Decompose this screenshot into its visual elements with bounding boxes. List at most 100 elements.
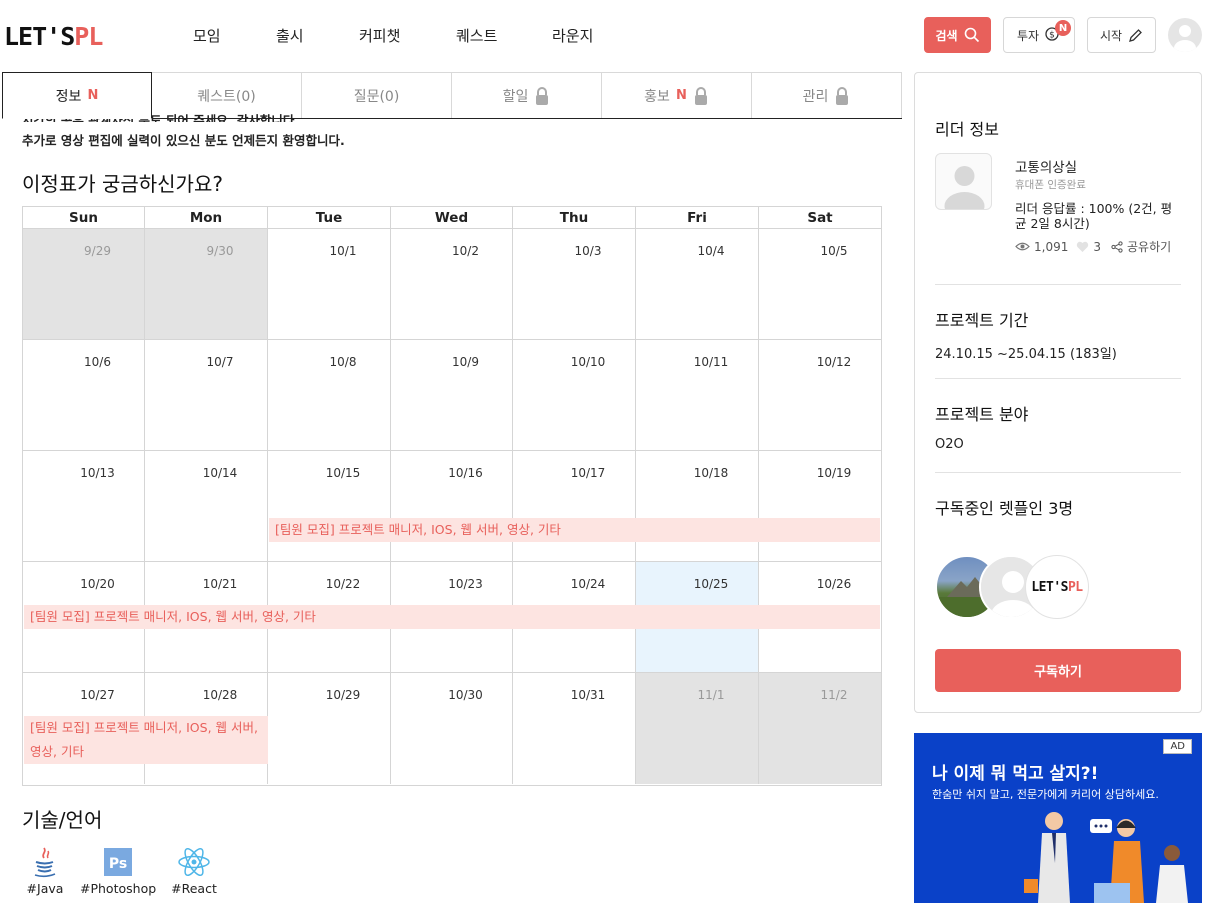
calendar-day-number: 10/27 bbox=[80, 688, 115, 702]
calendar-day-number: 10/28 bbox=[202, 688, 238, 702]
leader-response-rate-line2: 균 2일 8시간) bbox=[1015, 216, 1090, 231]
start-button[interactable]: 시작 bbox=[1087, 17, 1156, 53]
tab-todo[interactable]: 할일 bbox=[451, 72, 602, 119]
invest-button-label: 투자 bbox=[1016, 28, 1040, 43]
calendar-day-number: 10/26 bbox=[816, 577, 852, 591]
leader-name[interactable]: 고통의상실 bbox=[1015, 156, 1077, 176]
calendar-day-cell[interactable]: 10/12 bbox=[759, 340, 881, 451]
tab-questions[interactable]: 질문(0) bbox=[301, 72, 452, 119]
calendar-day-cell[interactable]: 10/29 bbox=[268, 673, 391, 784]
calendar-day-cell[interactable]: 11/2 bbox=[759, 673, 881, 784]
calendar-day-cell[interactable]: 11/1 bbox=[636, 673, 759, 784]
calendar-day-cell[interactable]: 10/17 bbox=[513, 451, 636, 562]
invest-button[interactable]: 투자 $ N bbox=[1003, 17, 1075, 53]
lock-icon bbox=[836, 86, 849, 105]
calendar-day-number: 10/14 bbox=[202, 466, 238, 480]
calendar-event[interactable]: [팀원 모집] 프로젝트 매니저, IOS, 웹 서버, 영상, 기타 bbox=[24, 605, 880, 629]
user-avatar[interactable] bbox=[1168, 18, 1202, 52]
nav-item-coffeechat[interactable]: 커피챗 bbox=[359, 25, 400, 46]
calendar-day-number: 10/18 bbox=[693, 466, 729, 480]
leader-verified: 휴대폰 인증완료 bbox=[1015, 179, 1086, 191]
calendar-day-cell[interactable]: 10/9 bbox=[391, 340, 513, 451]
ad-illustration bbox=[1024, 812, 1188, 903]
nav-item-lounge[interactable]: 라운지 bbox=[552, 25, 593, 46]
weekday-thu: Thu bbox=[513, 207, 636, 229]
calendar-day-cell[interactable]: 10/3 bbox=[513, 229, 636, 340]
weekday-fri: Fri bbox=[636, 207, 759, 229]
tab-manage[interactable]: 관리 bbox=[751, 72, 902, 119]
calendar-day-cell[interactable]: 10/6 bbox=[23, 340, 145, 451]
divider bbox=[935, 378, 1181, 379]
tech-java-label: #Java bbox=[26, 881, 64, 896]
calendar-day-number: 9/30 bbox=[206, 244, 234, 258]
calendar-day-cell[interactable]: 9/29 bbox=[23, 229, 145, 340]
period-title: 프로젝트 기간 bbox=[935, 311, 1029, 330]
share-link[interactable]: 공유하기 bbox=[1127, 238, 1171, 255]
calendar-day-number: 10/1 bbox=[329, 244, 357, 258]
calendar-day-cell[interactable]: 10/5 bbox=[759, 229, 881, 340]
tech-react-label: #React bbox=[171, 881, 217, 896]
tab-manage-label: 관리 bbox=[802, 88, 829, 105]
calendar-day-number: 10/9 bbox=[452, 355, 479, 369]
nav-item-quest[interactable]: 퀘스트 bbox=[456, 25, 497, 46]
calendar-day-cell[interactable]: 10/31 bbox=[513, 673, 636, 784]
leader-info-title: 리더 정보 bbox=[935, 120, 999, 139]
react-icon bbox=[178, 847, 210, 877]
like-count: 3 bbox=[1093, 239, 1101, 254]
calendar-day-number: 10/22 bbox=[325, 577, 361, 591]
share-icon bbox=[1111, 240, 1123, 253]
tab-promotion[interactable]: 홍보 N bbox=[601, 72, 752, 119]
calendar-day-cell[interactable]: 10/30 bbox=[391, 673, 513, 784]
calendar-day-cell[interactable]: 10/16 bbox=[391, 451, 513, 562]
default-avatar-icon bbox=[944, 166, 985, 209]
field-value: O2O bbox=[935, 437, 964, 452]
calendar-day-number: 10/5 bbox=[820, 244, 848, 258]
calendar-day-number: 10/15 bbox=[325, 466, 361, 480]
subscriber-avatar-letspl[interactable]: LET'S PL bbox=[1025, 555, 1089, 619]
tech-item-react[interactable]: #React bbox=[168, 846, 220, 896]
tab-info[interactable]: 정보 N bbox=[2, 72, 152, 119]
calendar-day-cell[interactable]: 10/18 bbox=[636, 451, 759, 562]
calendar-event[interactable]: [팀원 모집] 프로젝트 매니저, IOS, 웹 서버, 영상, 기타 bbox=[24, 716, 268, 764]
nav-item-meetup[interactable]: 모임 bbox=[193, 25, 221, 46]
period-value: 24.10.15 ~25.04.15 (183일) bbox=[935, 347, 1117, 362]
calendar-day-number: 10/29 bbox=[325, 688, 361, 702]
calendar-day-cell[interactable]: 10/4 bbox=[636, 229, 759, 340]
calendar-day-cell[interactable]: 10/8 bbox=[268, 340, 391, 451]
start-button-label: 시작 bbox=[1099, 28, 1123, 43]
search-button[interactable]: 검색 bbox=[924, 17, 991, 53]
calendar-day-number: 10/7 bbox=[206, 355, 234, 369]
calendar-day-cell[interactable]: 10/1 bbox=[268, 229, 391, 340]
subscribe-button[interactable]: 구독하기 bbox=[935, 649, 1181, 692]
calendar-day-number: 10/3 bbox=[574, 244, 602, 258]
calendar-event[interactable]: [팀원 모집] 프로젝트 매니저, IOS, 웹 서버, 영상, 기타 bbox=[269, 518, 880, 542]
leader-avatar[interactable] bbox=[935, 153, 992, 210]
calendar-day-cell[interactable]: 10/19 bbox=[759, 451, 881, 562]
calendar-day-number: 10/2 bbox=[452, 244, 479, 258]
calendar-day-cell[interactable]: 10/14 bbox=[145, 451, 268, 562]
ad-banner[interactable]: AD 나 이제 뭐 먹고 살지?! 한숨만 쉬지 말고, 전문가에게 커리어 상… bbox=[914, 733, 1202, 903]
calendar-day-cell[interactable]: 10/15 bbox=[268, 451, 391, 562]
tech-title: 기술/언어 bbox=[22, 808, 103, 832]
calendar-day-cell[interactable]: 10/13 bbox=[23, 451, 145, 562]
intro-text: 추가로 영상 편집에 실력이 있으신 분도 언제든지 환영합니다. bbox=[22, 133, 345, 148]
tab-info-new-badge: N bbox=[87, 88, 99, 103]
svg-text:$: $ bbox=[1049, 31, 1055, 41]
schedule-calendar: Sun Mon Tue Wed Thu Fri Sat 9/29 9/30 10/1 10/2 10/… bbox=[22, 206, 882, 786]
calendar-day-number: 10/13 bbox=[80, 466, 115, 480]
tab-info-label: 정보 bbox=[55, 88, 82, 105]
calendar-day-number: 10/11 bbox=[693, 355, 729, 369]
calendar-day-cell[interactable]: 10/10 bbox=[513, 340, 636, 451]
tech-item-photoshop[interactable]: Ps #Photoshop bbox=[80, 846, 156, 896]
letspl-logo-text: LET'S bbox=[1031, 579, 1068, 595]
leader-stats: 1,091 3 공유하기 bbox=[1015, 238, 1171, 255]
calendar-day-cell[interactable]: 10/7 bbox=[145, 340, 268, 451]
calendar-day-number: 9/29 bbox=[84, 244, 111, 258]
tech-item-java[interactable]: #Java bbox=[22, 846, 68, 896]
calendar-day-cell[interactable]: 9/30 bbox=[145, 229, 268, 340]
calendar-day-cell[interactable]: 10/11 bbox=[636, 340, 759, 451]
tech-photoshop-label: #Photoshop bbox=[80, 881, 157, 896]
site-logo[interactable]: LET'SPL bbox=[4, 22, 103, 51]
calendar-day-cell[interactable]: 10/2 bbox=[391, 229, 513, 340]
nav-item-launch[interactable]: 출시 bbox=[276, 25, 304, 46]
